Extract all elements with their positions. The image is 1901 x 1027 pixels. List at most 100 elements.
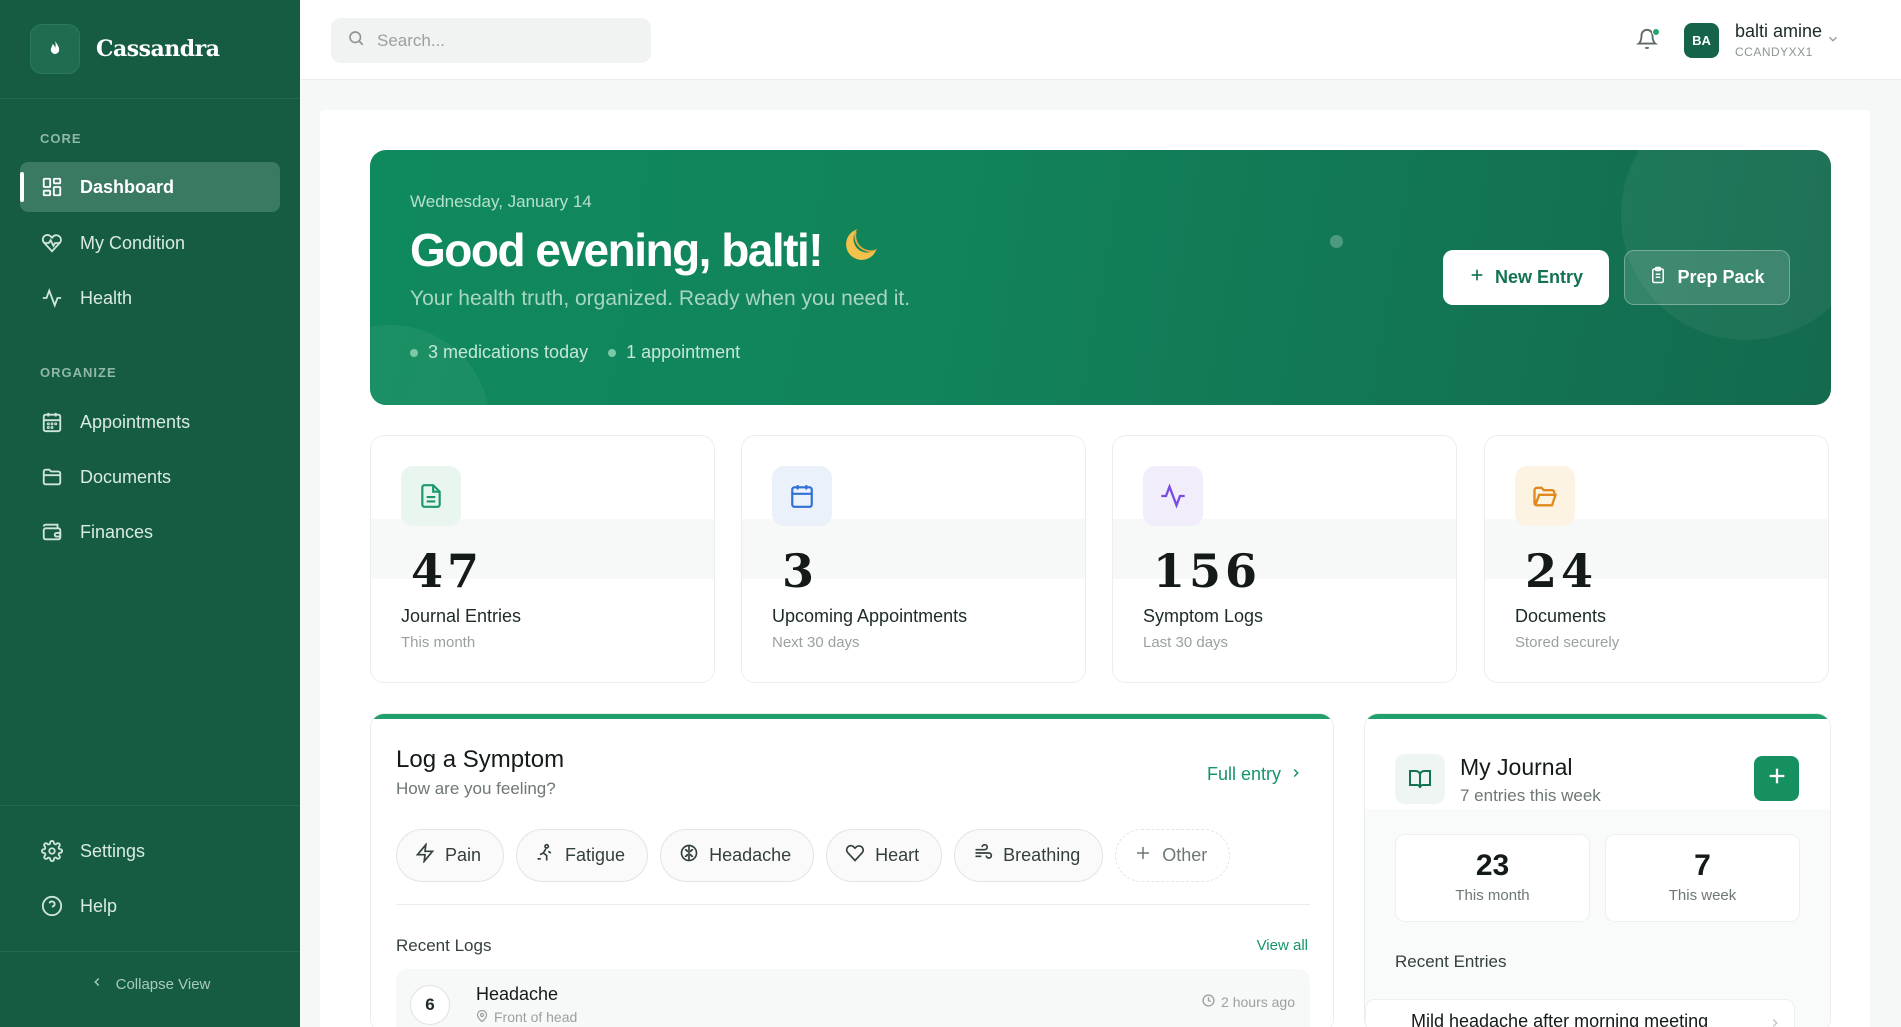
sidebar-item-help[interactable]: Help [20,881,280,931]
decorative-dot [1330,235,1343,248]
heart-icon [845,843,865,868]
topbar: BA balti amine CCANDYXX1 [300,0,1901,80]
chip-label: Breathing [1003,845,1081,865]
stat-value: 24 [1525,544,1598,598]
sidebar-item-my-condition[interactable]: My Condition [20,218,280,268]
sidebar-item-label: Settings [80,840,146,861]
brain-icon [679,843,699,868]
card-accent-bar [1365,714,1830,719]
brand[interactable]: Cassandra [30,24,220,74]
symptom-chip-breathing[interactable]: Breathing [954,829,1104,882]
chevron-down-icon[interactable] [1826,32,1840,51]
decorative-circle [370,325,490,405]
section-label-core: CORE [40,131,82,146]
grid-icon [40,175,64,199]
recent-logs-title: Recent Logs [396,936,492,955]
notifications-button[interactable] [1635,28,1660,52]
book-open-icon [1395,754,1445,804]
notification-dot [1652,28,1660,36]
heart-pulse-icon [40,231,64,255]
plus-icon [1766,765,1788,792]
stat-caption: Last 30 days [1143,634,1229,651]
symptom-chip-other[interactable]: Other [1115,829,1231,882]
activity-icon [40,286,64,310]
sidebar-item-label: Help [80,895,118,916]
calendar-icon [772,466,832,526]
sidebar-item-dashboard[interactable]: Dashboard [20,162,280,212]
app-name: Cassandra [96,36,220,62]
zap-icon [415,841,435,868]
wallet-icon [40,520,64,544]
stat-card-symptom-logs[interactable]: 156 Symptom Logs Last 30 days [1112,435,1457,683]
stat-caption: This month [401,634,476,651]
stat-caption: Next 30 days [772,634,860,651]
log-symptom-name: Headache [476,984,559,1004]
log-time-text: 2 hours ago [1221,994,1295,1010]
stat-card-documents[interactable]: 24 Documents Stored securely [1484,435,1829,683]
stat-label: Symptom Logs [1143,606,1264,626]
symptom-chips: Pain Fatigue Headache Heart Breathing Ot… [396,829,1231,882]
new-entry-button[interactable]: New Entry [1443,250,1609,305]
journal-entry-row[interactable]: Mild headache after morning meeting [1365,999,1795,1027]
add-journal-entry-button[interactable] [1754,756,1799,801]
medications-summary: 3 medications today [410,342,588,363]
journal-stat-caption: This month [1455,887,1530,904]
sidebar-item-finances[interactable]: Finances [20,507,280,557]
chip-label: Headache [709,845,792,865]
sidebar-item-health[interactable]: Health [20,273,280,323]
prep-pack-label: Prep Pack [1677,267,1765,287]
sidebar-item-settings[interactable]: Settings [20,826,280,876]
moon-icon [840,222,884,277]
search-box[interactable] [331,18,651,63]
collapse-view-button[interactable]: Collapse View [0,975,300,993]
journal-stat-week: 7 This week [1605,834,1800,922]
section-label-organize: ORGANIZE [40,365,117,380]
stat-label: Documents [1515,606,1607,626]
stat-caption: Stored securely [1515,634,1620,651]
folder-open-icon [1515,466,1575,526]
sidebar-item-appointments[interactable]: Appointments [20,397,280,447]
card-subtitle: 7 entries this week [1460,786,1601,805]
collapse-view-label: Collapse View [115,975,211,993]
symptom-chip-fatigue[interactable]: Fatigue [516,829,649,882]
symptom-chip-pain[interactable]: Pain [396,829,505,882]
avatar[interactable]: BA [1684,23,1719,58]
user-handle: CCANDYXX1 [1735,45,1813,59]
view-all-link[interactable]: View all [1257,937,1308,954]
appointments-summary: 1 appointment [608,342,740,363]
symptom-chip-heart[interactable]: Heart [826,829,943,882]
chip-label: Pain [445,845,482,865]
recent-entries-title: Recent Entries [1395,952,1507,971]
greeting-text: Good evening, balti! [410,223,824,276]
user-name[interactable]: balti amine [1735,21,1822,42]
new-entry-label: New Entry [1494,267,1584,287]
stat-card-upcoming-appointments[interactable]: 3 Upcoming Appointments Next 30 days [741,435,1086,683]
fatigue-icon [535,843,555,868]
stat-card-journal-entries[interactable]: 47 Journal Entries This month [370,435,715,683]
current-date: Wednesday, January 14 [410,192,592,211]
full-entry-label: Full entry [1206,764,1281,784]
symptom-chip-headache[interactable]: Headache [660,829,815,882]
prep-pack-button[interactable]: Prep Pack [1624,250,1790,305]
greeting-banner: Wednesday, January 14 Good evening, balt… [370,150,1831,405]
medications-summary-text: 3 medications today [428,342,589,362]
sidebar-divider [0,951,300,952]
journal-stat-value: 23 [1475,849,1510,882]
card-subtitle: How are you feeling? [396,779,556,798]
decorative-circle [1621,150,1831,340]
log-symptom-card: Log a Symptom How are you feeling? Full … [370,713,1334,1027]
full-entry-link[interactable]: Full entry [1207,764,1303,785]
sidebar-item-label: Finances [80,521,154,542]
symptom-log-row[interactable]: 6 Headache Front of head 2 hours ago [396,969,1310,1027]
chip-label: Other [1162,845,1208,865]
plus-icon [1469,267,1485,288]
sidebar: Cassandra CORE Dashboard My Condition He… [0,0,300,1027]
wind-icon [973,843,993,868]
sidebar-item-label: Health [80,287,133,308]
search-input[interactable] [377,30,637,51]
journal-stat-caption: This week [1668,887,1737,904]
sidebar-item-documents[interactable]: Documents [20,452,280,502]
sidebar-divider [0,805,300,806]
appointments-summary-text: 1 appointment [626,342,741,362]
chevron-left-icon [90,975,104,993]
